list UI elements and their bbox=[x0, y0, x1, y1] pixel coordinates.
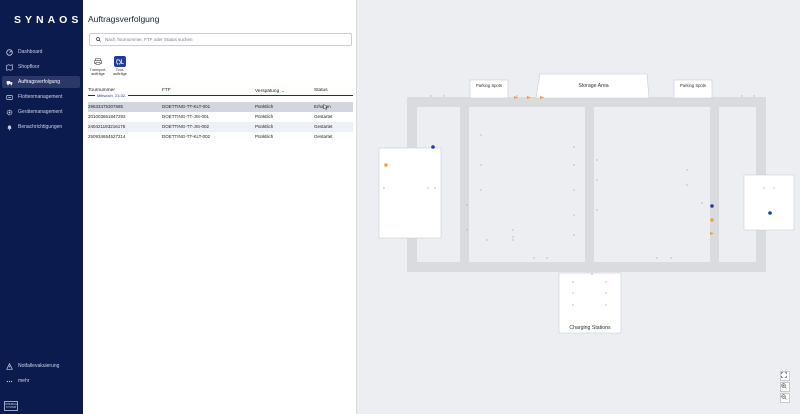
tour-toggle-box[interactable] bbox=[114, 56, 126, 67]
sidebar-item-label: Dashboard bbox=[18, 49, 43, 55]
sidebar-item-auftragsverfolgung[interactable]: Auftragsverfolgung bbox=[2, 76, 80, 88]
vehicle-marker[interactable] bbox=[710, 204, 714, 208]
truck-icon bbox=[6, 79, 13, 86]
order-tracking-panel: Auftragsverfolgung Transport- aufträge T… bbox=[83, 0, 357, 414]
right-building bbox=[743, 174, 795, 231]
sidebar-item-mehr[interactable]: mehr bbox=[2, 375, 80, 387]
parking-spots-left-label: Parking Spots bbox=[475, 83, 503, 88]
map-canvas[interactable] bbox=[357, 0, 800, 414]
zoom-out-icon bbox=[781, 394, 787, 400]
sidebar-item-shopfloor[interactable]: Shopfloor bbox=[2, 61, 80, 73]
date-group-divider: Mittwoch, 23.02. bbox=[88, 93, 353, 100]
toggle-label: Tour- aufträge bbox=[111, 68, 129, 76]
fleet-icon bbox=[6, 94, 13, 101]
cell-verspaetung: Pünktlich bbox=[255, 134, 274, 140]
cell-ftf: DOETTING-TT-JIS-001 bbox=[162, 114, 210, 120]
left-building bbox=[378, 147, 442, 239]
forklift-icon bbox=[116, 59, 124, 65]
gear-icon bbox=[6, 109, 13, 116]
transport-toggle-box[interactable] bbox=[92, 56, 104, 67]
fit-view-button[interactable] bbox=[780, 371, 790, 381]
table-row[interactable]: 29633475307685 DOETTING-TT-KLT-001 Pünkt… bbox=[88, 102, 353, 112]
dashboard-icon bbox=[6, 48, 13, 56]
map-icon bbox=[6, 63, 13, 71]
table-row[interactable]: 240421183216176 DOETTING-TT-JIS-002 Pünk… bbox=[88, 122, 353, 132]
chevron-down-icon: ⌄ bbox=[281, 88, 285, 93]
cell-tournummer: 29633475307685 bbox=[88, 104, 124, 110]
vehicle-marker[interactable] bbox=[431, 145, 435, 149]
search-icon bbox=[96, 37, 101, 42]
cell-status: Gestartet bbox=[314, 134, 333, 140]
table-row[interactable]: 201003661847293 DOETTING-TT-JIS-001 Pünk… bbox=[88, 112, 353, 122]
toggle-label-line2: aufträge bbox=[113, 72, 127, 77]
sidebar-item-benachrichtigungen[interactable]: Benachrichtigungen bbox=[2, 121, 80, 133]
cell-ftf: DOETTING-TT-JIS-002 bbox=[162, 124, 210, 130]
sidebar-item-label: Benachrichtigungen bbox=[18, 124, 63, 130]
vehicle-marker[interactable] bbox=[768, 211, 772, 215]
charging-stations-label: Charging Stations bbox=[569, 325, 611, 331]
toggle-label: Transport- aufträge bbox=[89, 68, 107, 76]
road-network bbox=[407, 97, 766, 272]
sidebar-item-label: Shopfloor bbox=[18, 64, 40, 70]
cell-verspaetung: Pünktlich bbox=[255, 124, 274, 130]
search-box[interactable] bbox=[89, 33, 352, 46]
column-header-ftf[interactable]: FTF bbox=[162, 88, 171, 93]
zoom-out-button[interactable] bbox=[780, 393, 790, 403]
vehicle-marker[interactable] bbox=[710, 218, 714, 222]
mouse-cursor-icon bbox=[323, 104, 328, 110]
storage-area-label: Storage Area bbox=[578, 83, 609, 89]
sidebar: SYNAOS Dashboard Shopfloor Auftragsverfo… bbox=[0, 0, 83, 414]
cell-ftf: DOETTING-TT-KLT-002 bbox=[162, 134, 211, 140]
charging-building bbox=[558, 272, 622, 334]
toggle-label-line2: aufträge bbox=[91, 72, 105, 77]
cell-tournummer: 201003661847293 bbox=[88, 114, 126, 120]
page-title: Auftragsverfolgung bbox=[88, 14, 160, 24]
sidebar-item-label: Gerätemanagement bbox=[18, 109, 63, 115]
vehicle-marker[interactable] bbox=[384, 163, 388, 167]
shopfloor-map[interactable]: Parking Spots Storage Area Parking Spots… bbox=[357, 0, 800, 414]
sidebar-item-flottenmanagement[interactable]: Flottenmanagement bbox=[2, 91, 80, 103]
cell-verspaetung: Pünktlich bbox=[255, 104, 274, 110]
cell-status: Gestartet bbox=[314, 124, 333, 130]
table-row[interactable]: 250934654527214 DOETTING-TT-KLT-002 Pünk… bbox=[88, 132, 353, 142]
cell-ftf: DOETTING-TT-KLT-001 bbox=[162, 104, 211, 110]
more-icon bbox=[6, 378, 13, 385]
sidebar-item-label: Flottenmanagement bbox=[18, 94, 63, 100]
sidebar-item-label: Auftragsverfolgung bbox=[18, 79, 60, 85]
sidebar-item-dashboard[interactable]: Dashboard bbox=[2, 46, 80, 58]
search-input[interactable] bbox=[105, 37, 345, 42]
toggle-tourauftraege[interactable]: Tour- aufträge bbox=[111, 56, 129, 76]
bell-icon bbox=[6, 124, 13, 131]
cell-status: Gestartet bbox=[314, 114, 333, 120]
sidebar-item-label: mehr bbox=[18, 378, 30, 384]
cell-verspaetung: Pünktlich bbox=[255, 114, 274, 120]
footer-badge: INTERNAL SYSTEM bbox=[4, 401, 18, 411]
logo: SYNAOS bbox=[14, 14, 83, 26]
sidebar-item-notfallevakuierung[interactable]: Notfallevakuierung bbox=[2, 360, 80, 372]
expand-icon bbox=[781, 372, 787, 378]
date-group-label: Mittwoch, 23.02. bbox=[95, 93, 129, 98]
printer-icon bbox=[94, 58, 102, 65]
column-header-status[interactable]: Status bbox=[314, 88, 328, 93]
sidebar-item-geraetemanagement[interactable]: Gerätemanagement bbox=[2, 106, 80, 118]
app-root: SYNAOS Dashboard Shopfloor Auftragsverfo… bbox=[0, 0, 800, 414]
sidebar-item-label: Notfallevakuierung bbox=[18, 363, 60, 369]
cell-tournummer: 240421183216176 bbox=[88, 124, 126, 130]
zoom-in-button[interactable] bbox=[780, 382, 790, 392]
toggle-transportauftraege[interactable]: Transport- aufträge bbox=[89, 56, 107, 76]
cell-tournummer: 250934654527214 bbox=[88, 134, 126, 140]
warning-icon bbox=[6, 362, 13, 370]
zoom-in-icon bbox=[781, 383, 787, 389]
parking-spots-right-label: Parking Spots bbox=[679, 83, 707, 88]
